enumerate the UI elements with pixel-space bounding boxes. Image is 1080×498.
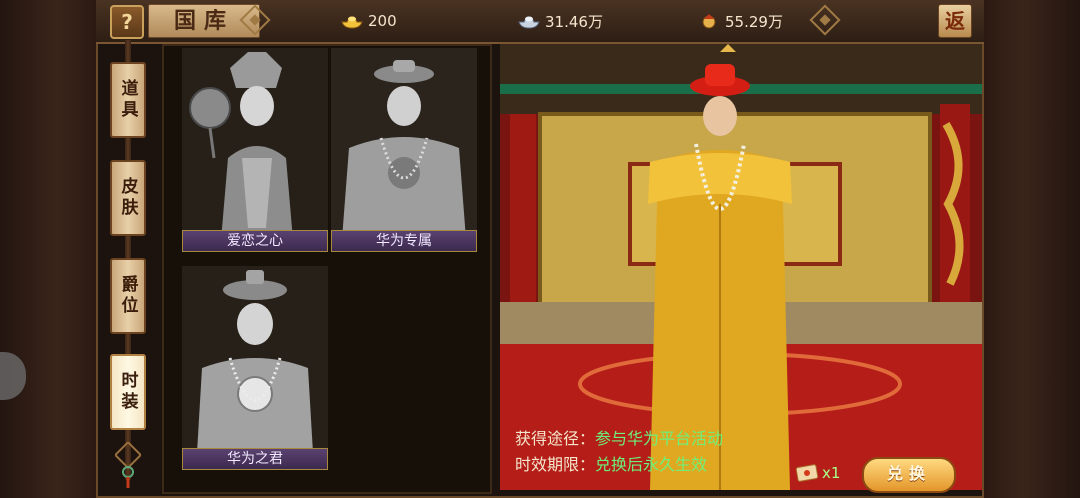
tab-skins[interactable]: 皮肤 <box>110 160 146 236</box>
tab-items[interactable]: 道具 <box>110 62 146 138</box>
tab-titles[interactable]: 爵位 <box>110 258 146 334</box>
gold-counter: 200 <box>341 10 397 32</box>
soldier-counter: 55.29万 <box>698 10 783 32</box>
item-label: 爱恋之心 <box>182 230 328 252</box>
item-label: 华为之君 <box>182 448 328 470</box>
right-decor-edge <box>984 0 1080 498</box>
item-label: 华为专属 <box>331 230 477 252</box>
soldier-value: 55.29万 <box>725 12 783 31</box>
costume-info: 获得途径：参与华为平台活动 时效期限：兑换后永久生效 <box>515 426 723 478</box>
consort-portrait-icon <box>182 48 328 252</box>
duration-row: 时效期限：兑换后永久生效 <box>515 452 723 478</box>
item-card-huawei-lord[interactable]: 华为之君 <box>182 266 328 470</box>
source-row: 获得途径：参与华为平台活动 <box>515 426 723 452</box>
exchange-cost: x1 <box>795 462 840 484</box>
item-card-huawei-exclusive[interactable]: 华为专属 <box>331 48 477 252</box>
exchange-button[interactable]: 兑换 <box>862 457 956 493</box>
silver-counter: 31.46万 <box>518 10 603 32</box>
source-key: 获得途径： <box>515 429 596 448</box>
silver-icon <box>518 16 540 29</box>
gold-ingot-icon <box>341 16 363 29</box>
throne-hall-scene <box>500 44 982 490</box>
gold-value: 200 <box>368 12 397 30</box>
lord-portrait-icon <box>182 266 328 470</box>
soldier-icon <box>702 14 716 29</box>
emperor-portrait-icon <box>331 48 477 252</box>
left-decor-edge <box>0 0 96 498</box>
coupon-count: x1 <box>822 464 841 482</box>
coupon-icon <box>795 464 819 482</box>
source-value: 参与华为平台活动 <box>595 429 724 448</box>
tab-fashion[interactable]: 时装 <box>110 354 146 430</box>
knot-ornament-icon <box>809 4 841 36</box>
duration-key: 时效期限： <box>515 455 596 474</box>
duration-value: 兑换后永久生效 <box>595 455 708 474</box>
help-button[interactable]: ? <box>110 5 144 39</box>
silver-value: 31.46万 <box>545 12 603 31</box>
costume-preview <box>500 44 982 490</box>
back-button[interactable]: 返 <box>938 4 972 38</box>
tassel-ornament-icon <box>115 442 141 488</box>
top-bar: ? 国库 200 31.46万 55.29万 返 <box>96 0 984 44</box>
item-card-love-heart[interactable]: 爱恋之心 <box>182 48 328 252</box>
